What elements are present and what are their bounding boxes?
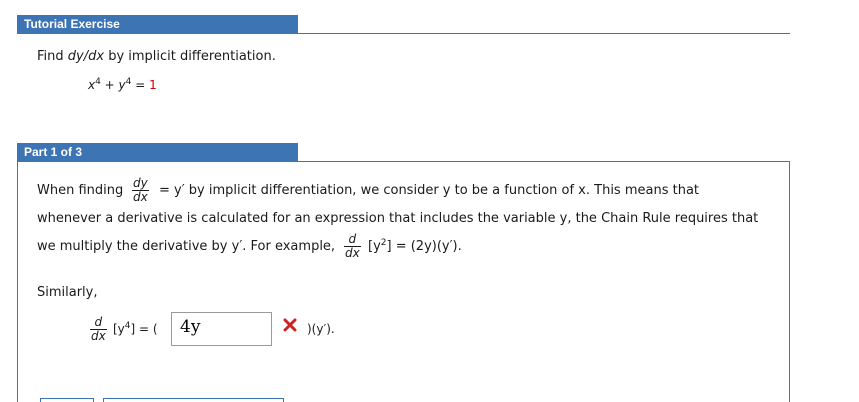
prompt-dydx: dy/dx xyxy=(67,49,105,64)
example-frac-numerator: d xyxy=(344,233,361,247)
similarly-expression: [y4] = ( xyxy=(113,322,158,337)
sim-expr-close: ] = ( xyxy=(130,322,158,336)
x-mark-icon xyxy=(283,318,297,332)
d-dx-fraction-example: d dx xyxy=(344,233,361,260)
prompt-prefix: Find xyxy=(37,49,68,64)
explanation-line2: whenever a derivative is calculated for … xyxy=(37,211,759,226)
answer-value: 4y xyxy=(180,317,201,337)
explanation-line3-start: we multiply the derivative by y′. For ex… xyxy=(37,239,336,254)
eq-equals: = xyxy=(131,78,150,92)
sim-expr-open: [y xyxy=(113,322,125,336)
d-dx-fraction-similarly: d dx xyxy=(90,316,107,343)
after-answer-text: )(y′). xyxy=(307,322,335,336)
part-panel-left-border xyxy=(17,161,18,402)
sim-frac-denominator: dx xyxy=(91,329,106,343)
prompt-suffix: by implicit differentiation. xyxy=(104,49,276,64)
bottom-button-1[interactable] xyxy=(40,398,94,402)
example-frac-denominator: dx xyxy=(345,246,360,260)
dy-dx-fraction: dy dx xyxy=(132,177,149,204)
example-expression: [y2] = (2y)(y′). xyxy=(368,239,462,255)
tutorial-header-rule xyxy=(298,33,790,34)
frac-numerator: dy xyxy=(132,176,149,191)
given-equation: x4 + y4 = 1 xyxy=(88,78,157,93)
part-panel-right-border xyxy=(789,161,790,402)
bottom-button-2[interactable] xyxy=(103,398,284,402)
sim-frac-numerator: d xyxy=(90,316,107,330)
answer-input[interactable]: 4y xyxy=(171,312,272,346)
tutorial-exercise-tab: Tutorial Exercise xyxy=(17,15,298,34)
eq-y: y xyxy=(118,78,126,92)
tutorial-prompt: Find dy/dx by implicit differentiation. xyxy=(37,49,276,64)
frac-denominator: dx xyxy=(133,190,148,204)
tutorial-tab-label: Tutorial Exercise xyxy=(24,17,120,31)
example-expr-close: ] = (2y)(y′). xyxy=(386,239,462,254)
part-tab-label: Part 1 of 3 xyxy=(24,145,83,159)
explanation-line1-start: When finding xyxy=(37,183,124,198)
part-tab: Part 1 of 3 xyxy=(17,143,298,162)
explanation-line1-end: = y′ by implicit differentiation, we con… xyxy=(159,183,700,198)
eq-rhs: 1 xyxy=(149,78,157,92)
part-header-rule xyxy=(298,161,790,162)
similarly-label: Similarly, xyxy=(37,285,98,300)
eq-plus: + xyxy=(100,78,119,92)
example-expr-open: [y xyxy=(368,239,381,254)
